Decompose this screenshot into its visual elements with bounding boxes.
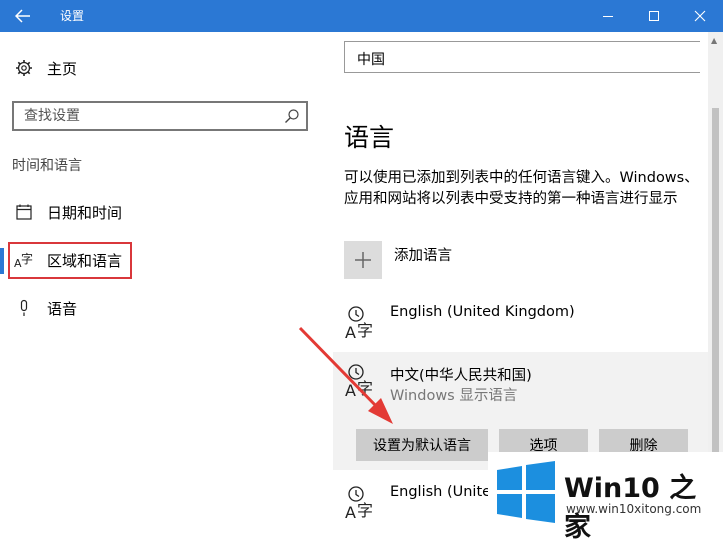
nav-home[interactable]: 主页 (0, 48, 330, 88)
nav-date-time-label: 日期和时间 (47, 203, 123, 222)
minimize-button[interactable] (585, 0, 631, 32)
watermark: Win10 之家 www.win10xitong.com (488, 452, 723, 543)
svg-text:A: A (345, 323, 356, 342)
calendar-clock-icon (14, 202, 34, 222)
language-description: 可以使用已添加到列表中的任何语言键入。Windows、应用和网站将以列表中受支持… (344, 170, 699, 207)
language-name: English (United (390, 484, 501, 500)
nav-home-label: 主页 (47, 59, 78, 78)
maximize-icon (649, 11, 659, 21)
window-title: 设置 (60, 9, 85, 23)
highlight-box (8, 242, 132, 279)
country-region-value: 中国 (357, 52, 385, 68)
title-bar: 设置 (0, 0, 723, 32)
maximize-button[interactable] (631, 0, 677, 32)
set-default-language-button[interactable]: 设置为默认语言 (356, 429, 488, 461)
nav-date-time[interactable]: 日期和时间 (0, 192, 330, 232)
search-box[interactable] (12, 101, 308, 131)
microphone-icon (14, 298, 34, 318)
back-button[interactable] (0, 0, 46, 32)
svg-text:A: A (345, 503, 356, 522)
svg-text:A: A (345, 381, 356, 400)
nav-speech[interactable]: 语音 (0, 288, 330, 328)
add-language-label[interactable]: 添加语言 (394, 244, 452, 265)
nav-speech-label: 语音 (47, 299, 78, 318)
svg-text:字: 字 (357, 501, 373, 520)
language-display-note: Windows 显示语言 (390, 388, 518, 404)
gear-icon (14, 58, 34, 78)
language-pack-icon: A 字 (345, 484, 379, 522)
language-name: English (United Kingdom) (390, 304, 575, 320)
language-name: 中文(中华人民共和国) (390, 368, 532, 384)
close-button[interactable] (677, 0, 723, 32)
search-input[interactable] (14, 103, 276, 129)
minimize-icon (603, 16, 613, 17)
watermark-url: www.win10xitong.com (566, 502, 702, 516)
language-entry-english-uk[interactable]: A 字 English (United Kingdom) (333, 298, 708, 350)
language-heading: 语言 (344, 123, 395, 152)
svg-text:字: 字 (357, 321, 373, 340)
plus-icon (355, 252, 371, 268)
svg-text:字: 字 (357, 379, 373, 398)
section-header: 时间和语言 (12, 158, 82, 174)
add-language-button[interactable] (344, 241, 382, 279)
search-icon[interactable] (284, 108, 300, 124)
language-pack-icon: A 字 (345, 362, 379, 400)
arrow-left-icon (15, 9, 30, 23)
language-pack-icon: A 字 (345, 304, 379, 342)
country-region-dropdown[interactable]: 中国 (344, 41, 700, 73)
scroll-up-icon[interactable]: ▲ (711, 36, 717, 45)
close-icon (694, 10, 706, 22)
windows-logo-icon (497, 461, 555, 523)
